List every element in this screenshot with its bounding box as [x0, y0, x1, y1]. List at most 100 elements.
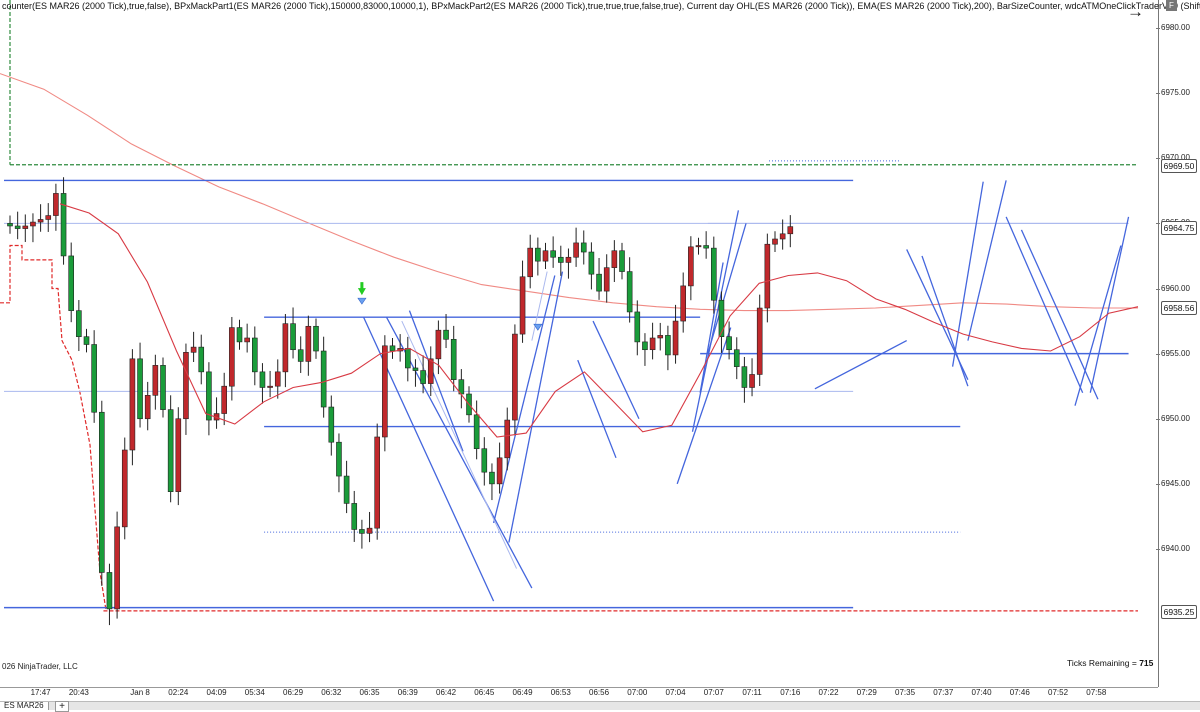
- candle-body: [175, 418, 182, 492]
- trend-line-16: [1020, 229, 1099, 400]
- price-chart[interactable]: [0, 0, 1158, 687]
- candle-body: [580, 242, 587, 253]
- price-tick-label: 6955.00: [1156, 349, 1200, 358]
- trend-line-19: [814, 340, 908, 390]
- time-tick-label: 06:32: [321, 688, 342, 697]
- indicator-list: counter(ES MAR26 (2000 Tick),true,false)…: [2, 1, 1200, 11]
- time-tick-label: 06:49: [512, 688, 533, 697]
- candle-body: [634, 311, 641, 343]
- candle-body: [588, 251, 595, 275]
- candle-body: [772, 238, 778, 245]
- candle-body: [282, 323, 289, 373]
- time-tick-label: 07:00: [627, 688, 648, 697]
- price-tick-label: 6950.00: [1156, 414, 1200, 423]
- candle-body: [30, 221, 36, 227]
- candle-body: [565, 256, 572, 263]
- candle-body: [649, 337, 656, 351]
- price-marker-tag: 6935.25: [1161, 604, 1197, 619]
- price-marker-tag: 6969.50: [1161, 158, 1197, 173]
- candle-body: [305, 325, 312, 362]
- candle-body: [779, 233, 786, 240]
- candle-body: [274, 371, 281, 387]
- candle-body: [741, 366, 748, 388]
- arrow-right-icon[interactable]: →: [1127, 2, 1144, 22]
- trend-light-1: [531, 271, 548, 341]
- candle-body: [473, 414, 480, 450]
- candle-body: [290, 323, 296, 351]
- candle-body: [657, 335, 664, 339]
- candle-body: [512, 333, 518, 421]
- time-tick-label: 07:07: [703, 688, 724, 697]
- candle-body: [121, 449, 128, 528]
- candle-body: [359, 529, 365, 534]
- trend-line-8: [691, 210, 740, 432]
- candle-body: [320, 350, 327, 408]
- candle-body: [672, 320, 679, 356]
- add-tab-button[interactable]: +: [55, 701, 69, 712]
- price-tick-label: 6945.00: [1156, 479, 1200, 488]
- candle-body: [229, 327, 235, 387]
- candle-body: [343, 475, 350, 504]
- candle-body: [60, 193, 67, 257]
- candle-body: [152, 365, 159, 396]
- time-tick-label: 06:35: [359, 688, 380, 697]
- time-tick-label: 20:43: [68, 688, 89, 697]
- candle-body: [114, 526, 120, 610]
- price-marker-tag: 6964.75: [1161, 220, 1197, 235]
- candle-body: [37, 219, 44, 223]
- candle-body: [183, 352, 189, 420]
- time-axis[interactable]: 17:47 20:43 Jan 8 02:24 04:09 05:34 06:29 06:32…: [0, 687, 1158, 702]
- time-tick-label: 06:29: [283, 688, 304, 697]
- candle-body: [106, 572, 113, 610]
- candle-body: [749, 374, 755, 388]
- price-axis[interactable]: 6980.006975.006970.006965.006960.006955.…: [1156, 0, 1200, 687]
- candle-body: [198, 346, 205, 373]
- candle-body: [756, 307, 763, 375]
- price-tick-label: 6975.00: [1156, 88, 1200, 97]
- candle-body: [504, 419, 511, 459]
- candle-body: [328, 406, 335, 443]
- time-tick-label: 07:52: [1048, 688, 1069, 697]
- candle-body: [313, 325, 319, 352]
- candle-body: [710, 247, 717, 301]
- candle-body: [412, 367, 419, 371]
- candle-body: [129, 358, 136, 451]
- price-tick-label: 6960.00: [1156, 284, 1200, 293]
- candle-body: [259, 371, 266, 388]
- candle-body: [626, 271, 633, 313]
- candle-body: [45, 215, 52, 220]
- trend-line-14: [967, 180, 1007, 341]
- candle-body: [244, 337, 250, 343]
- time-tick-label: 07:16: [780, 688, 801, 697]
- time-tick-label: 02:24: [168, 688, 189, 697]
- blue-triangle-icon: [357, 297, 367, 305]
- time-tick-label: 17:47: [30, 688, 51, 697]
- candle-body: [427, 358, 434, 384]
- price-tick-label: 6940.00: [1156, 544, 1200, 553]
- time-tick-label: 07:22: [818, 688, 839, 697]
- time-tick-label: 06:39: [397, 688, 418, 697]
- candle-body: [236, 327, 243, 343]
- trend-line-17: [1074, 245, 1122, 406]
- time-tick-label: 06:42: [436, 688, 457, 697]
- candle-body: [160, 365, 166, 410]
- candle-body: [137, 358, 143, 420]
- candle-body: [435, 329, 442, 360]
- candle-body: [573, 242, 579, 258]
- price-marker-tag: 6958.56: [1161, 301, 1197, 316]
- candle-body: [519, 276, 526, 335]
- candle-body: [603, 267, 610, 292]
- candle-body: [221, 385, 227, 414]
- candle-body: [68, 255, 74, 311]
- time-tick-label: 07:40: [971, 688, 992, 697]
- time-tick-label: 07:58: [1086, 688, 1107, 697]
- trend-line-7: [676, 327, 732, 485]
- time-tick-label: Jan 8: [130, 688, 150, 697]
- candle-body: [22, 225, 29, 229]
- candle-body: [190, 346, 197, 353]
- f-label: F: [1166, 0, 1177, 11]
- candle-body: [680, 285, 687, 322]
- ticks-remaining-label: Ticks Remaining =: [1067, 658, 1140, 668]
- candle-body: [351, 503, 358, 530]
- candle-body: [718, 299, 725, 337]
